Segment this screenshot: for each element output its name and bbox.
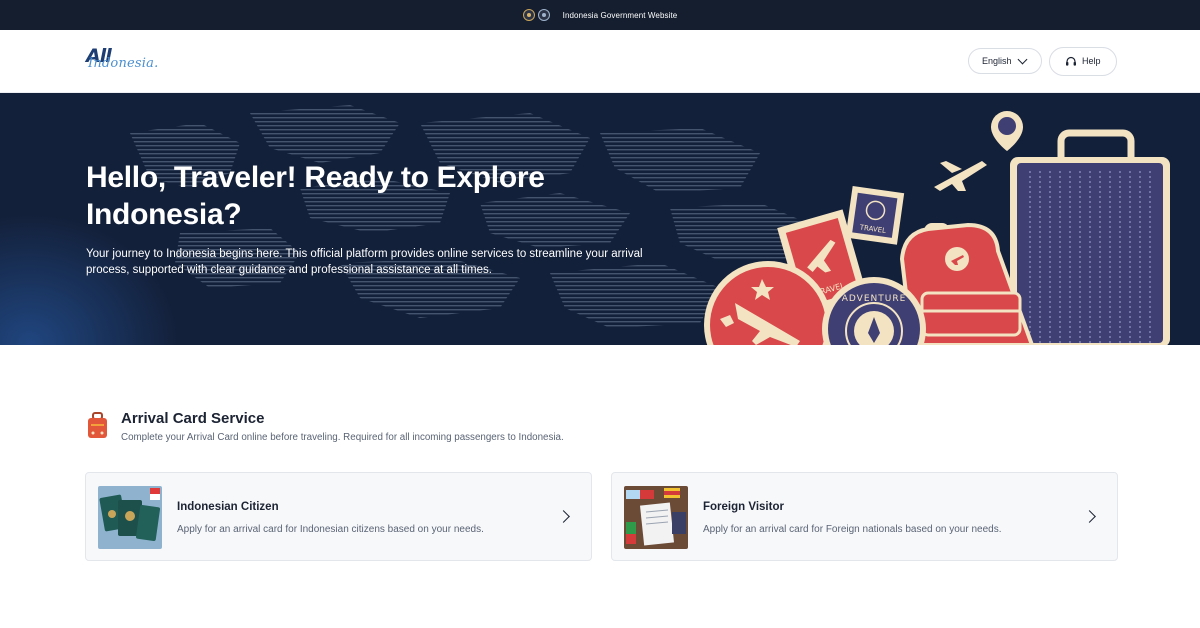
chevron-right-icon <box>557 510 570 523</box>
ministry-emblem-icon <box>537 9 550 21</box>
garuda-emblem-icon <box>522 9 535 21</box>
language-selector-label: English <box>982 56 1012 66</box>
header-actions: English Help <box>968 46 1117 76</box>
site-header: All Indonesia. English Help <box>0 30 1200 93</box>
map-pin-icon <box>991 111 1023 151</box>
suitcase-icon <box>88 412 107 438</box>
section-text: Arrival Card Service Complete your Arriv… <box>121 410 564 443</box>
indonesian-citizen-card[interactable]: Indonesian Citizen Apply for an arrival … <box>85 472 592 561</box>
airplane-icon <box>934 161 987 191</box>
foreign-visitor-card[interactable]: Foreign Visitor Apply for an arrival car… <box>611 472 1118 561</box>
section-subtitle: Complete your Arrival Card online before… <box>121 432 564 443</box>
help-button-label: Help <box>1082 56 1101 66</box>
foreign-flags-form-image <box>624 486 688 549</box>
card-description: Apply for an arrival card for Foreign na… <box>703 524 1002 535</box>
hero-description: Your journey to Indonesia begins here. T… <box>86 248 643 276</box>
section-title: Arrival Card Service <box>121 410 265 427</box>
indonesian-passports-image <box>98 486 162 549</box>
government-emblems <box>522 9 550 21</box>
hero-banner: Hello, Traveler! Ready to Explore Indone… <box>0 93 1200 345</box>
travel-illustration: TRAVEL TRAVEL ADVENTURE <box>704 111 1170 345</box>
card-title: Foreign Visitor <box>703 501 784 513</box>
card-title: Indonesian Citizen <box>177 501 279 513</box>
stamp-adventure-label: ADVENTURE <box>842 294 907 304</box>
logo-secondary-text: Indonesia. <box>88 56 159 71</box>
government-bar: Indonesia Government Website <box>0 0 1200 30</box>
hero-title: Hello, Traveler! Ready to Explore Indone… <box>86 161 545 231</box>
card-description: Apply for an arrival card for Indonesian… <box>177 524 484 535</box>
help-button[interactable]: Help <box>1049 46 1117 76</box>
chevron-down-icon <box>1017 54 1027 64</box>
headset-icon <box>1066 56 1076 66</box>
arrival-card-section-header: Arrival Card Service Complete your Arriv… <box>86 410 564 443</box>
all-indonesia-logo[interactable]: All Indonesia. <box>86 44 166 78</box>
government-website-label: Indonesia Government Website <box>562 10 678 20</box>
arrival-card-options: Indonesian Citizen Apply for an arrival … <box>85 472 1118 561</box>
language-selector[interactable]: English <box>968 48 1042 74</box>
chevron-right-icon <box>1083 510 1096 523</box>
travel-stamp-small: TRAVEL <box>845 185 905 245</box>
large-suitcase-icon <box>1010 129 1170 345</box>
